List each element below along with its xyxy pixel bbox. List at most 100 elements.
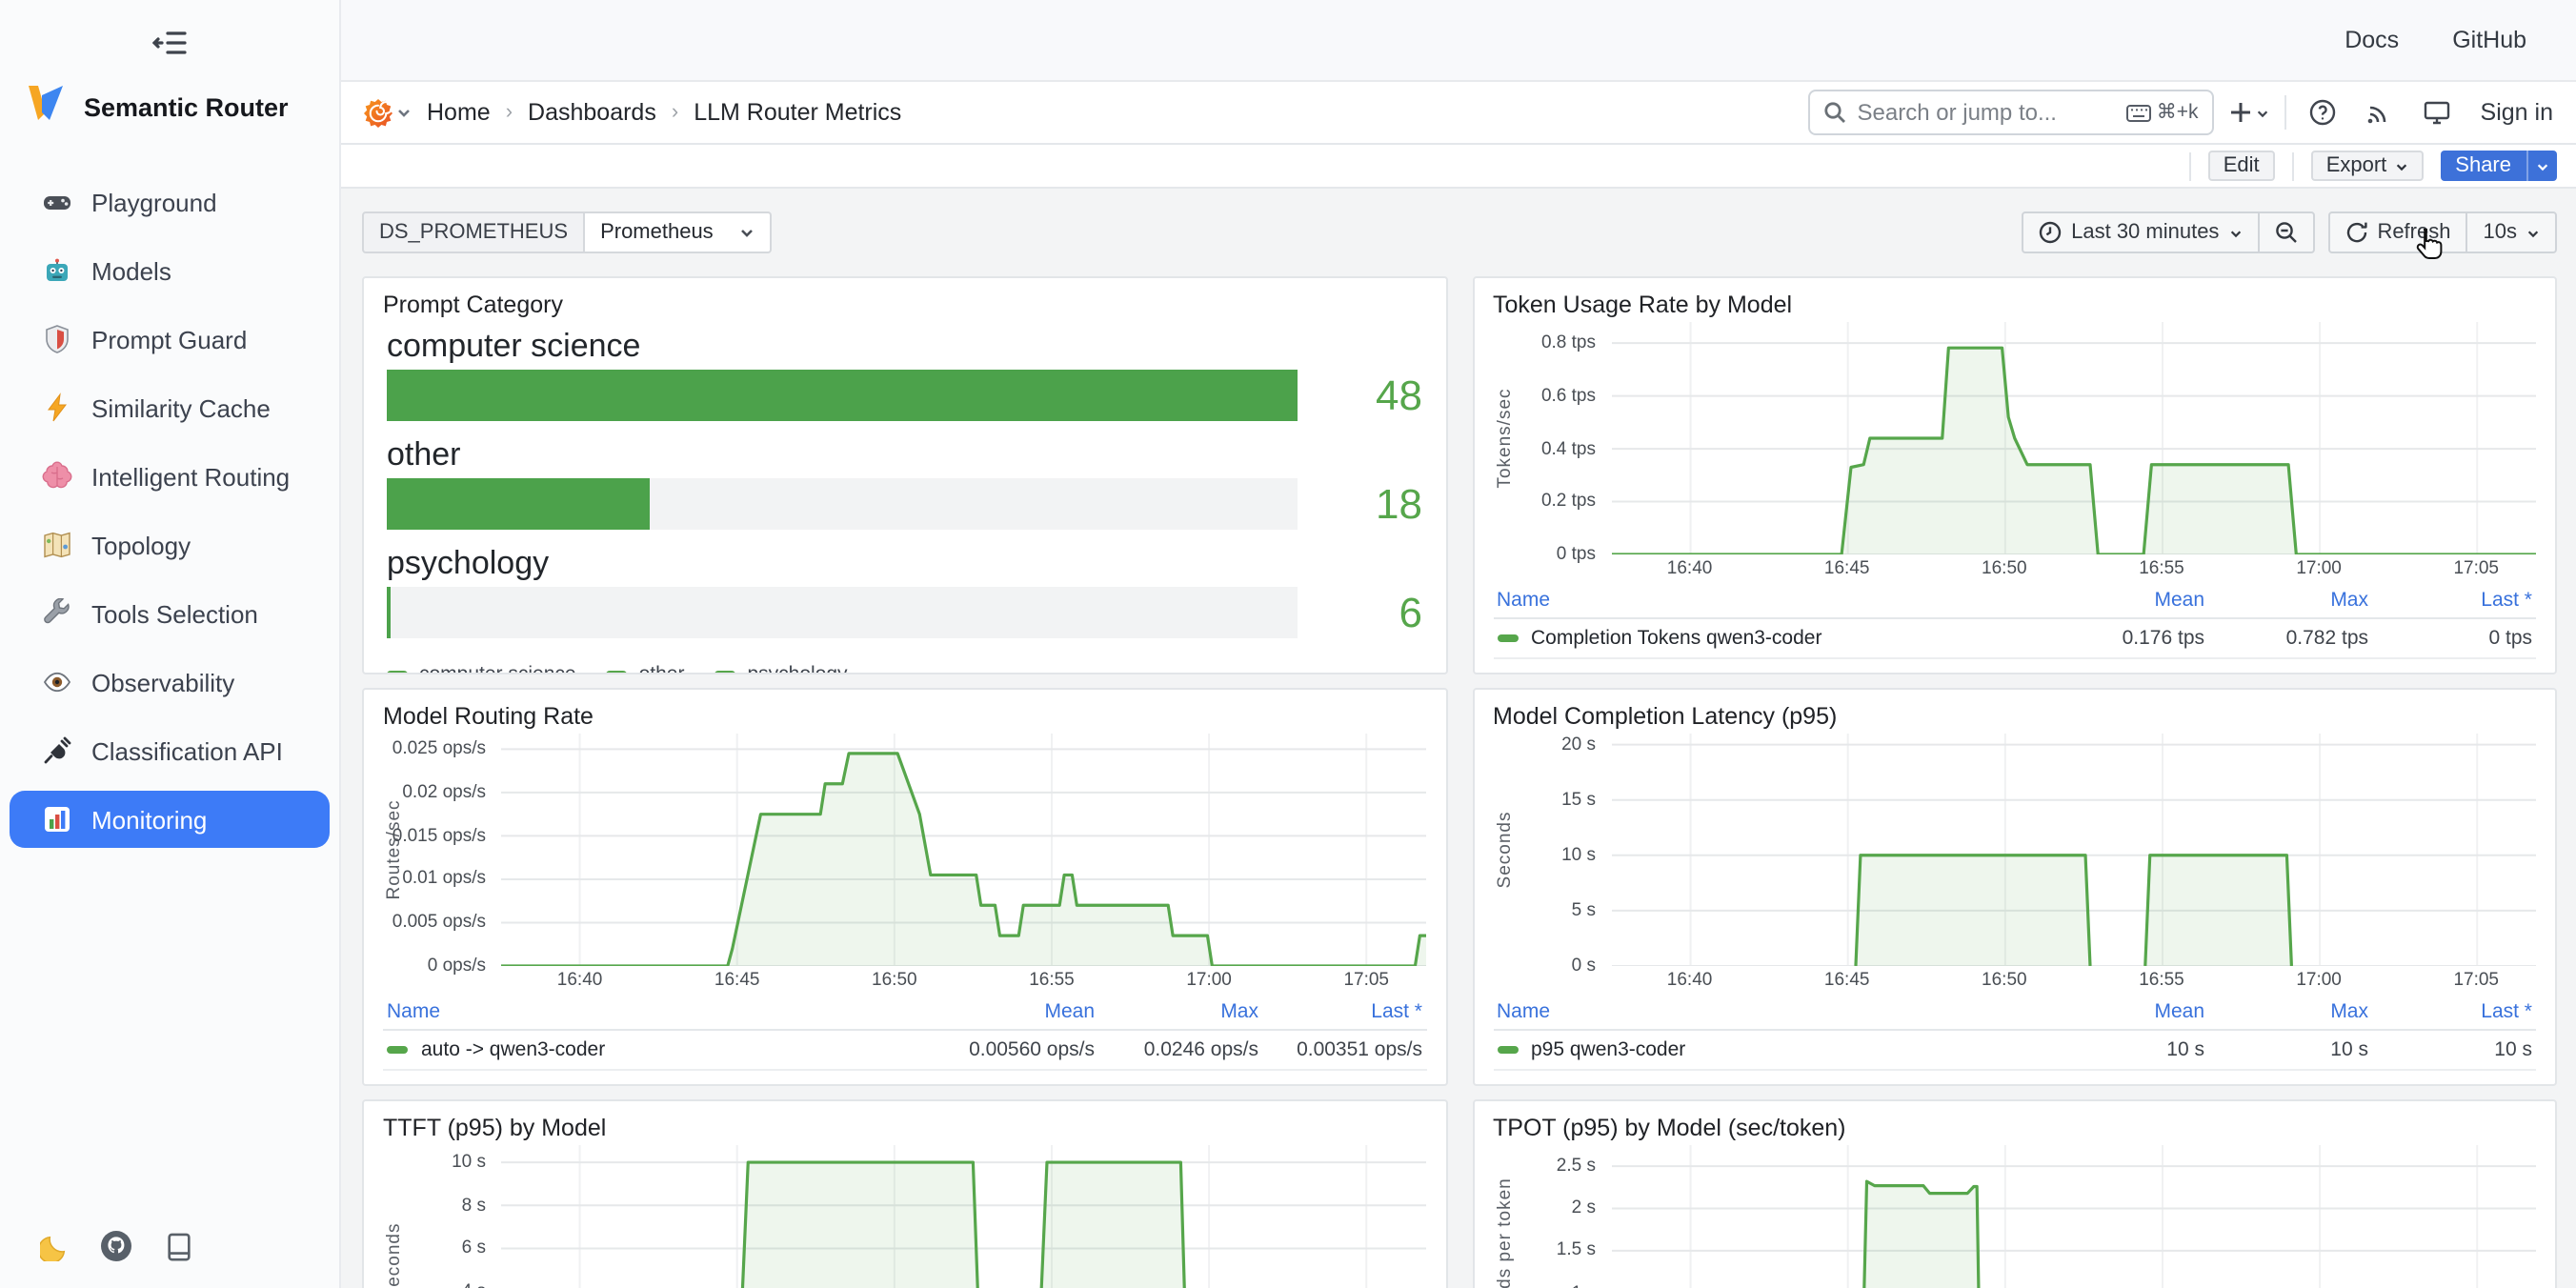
legend-header-col[interactable]: Last * — [2368, 1000, 2532, 1023]
plot-area[interactable] — [1611, 322, 2536, 554]
y-tick-label: 0.4 tps — [1541, 438, 1596, 459]
sidebar-item-classification-api[interactable]: Classification API — [10, 722, 330, 779]
legend-header-col[interactable]: Max — [2204, 589, 2368, 612]
y-axis-ticks: 0 s5 s10 s15 s20 s — [1516, 734, 1611, 966]
legend-item[interactable]: psychology — [714, 663, 847, 674]
grafana-logo-icon[interactable] — [364, 98, 412, 127]
plot-area[interactable] — [501, 734, 1426, 966]
y-axis-title: Tokens/sec — [1493, 322, 1516, 554]
legend-item[interactable]: other — [607, 663, 685, 674]
github-icon[interactable] — [101, 1231, 131, 1261]
legend-series-name[interactable]: auto -> qwen3-coder — [387, 1038, 931, 1061]
bar-track — [387, 587, 1297, 638]
legend-header-name[interactable]: Name — [1497, 1000, 2041, 1023]
y-axis-ticks: 0.5 s1 s1.5 s2 s2.5 s — [1516, 1145, 1611, 1288]
sidebar-item-topology[interactable]: Topology — [10, 516, 330, 574]
divider — [2284, 95, 2286, 130]
x-axis-ticks: 16:4016:4516:5016:5517:0017:05 — [1611, 966, 2536, 995]
y-tick-label: 10 s — [1561, 845, 1596, 866]
sidebar-item-label: Prompt Guard — [91, 325, 247, 353]
y-axis-title: Seconds — [383, 1145, 406, 1288]
x-tick-label: 16:45 — [1824, 970, 1870, 991]
y-tick-label: 10 s — [452, 1152, 486, 1173]
sidebar-item-intelligent-routing[interactable]: Intelligent Routing — [10, 448, 330, 505]
help-icon[interactable] — [2302, 91, 2344, 133]
legend-header-name[interactable]: Name — [1497, 589, 2041, 612]
panel-title[interactable]: Token Usage Rate by Model — [1493, 292, 2536, 318]
panel-title[interactable]: TPOT (p95) by Model (sec/token) — [1493, 1115, 2536, 1141]
docs-link[interactable]: Docs — [2345, 27, 2399, 53]
edit-button[interactable]: Edit — [2208, 151, 2275, 181]
github-link[interactable]: GitHub — [2452, 27, 2526, 53]
share-menu-button[interactable] — [2526, 151, 2557, 181]
legend-header-col[interactable]: Last * — [1258, 1000, 1422, 1023]
y-tick-label: 0.02 ops/s — [402, 782, 486, 803]
bar-value: 6 — [1331, 587, 1422, 638]
sidebar-item-tools-selection[interactable]: Tools Selection — [10, 585, 330, 642]
panel-grid: Prompt Category computer science48other1… — [362, 276, 2557, 1288]
add-button[interactable] — [2229, 91, 2269, 133]
datasource-variable: DS_PROMETHEUS Prometheus — [362, 211, 773, 253]
book-icon[interactable] — [164, 1231, 194, 1261]
legend-header-col[interactable]: Mean — [2041, 1000, 2204, 1023]
legend-header-col[interactable]: Mean — [2041, 589, 2204, 612]
zoom-out-button[interactable] — [2257, 213, 2312, 252]
refresh-interval-select[interactable]: 10s — [2466, 213, 2556, 252]
token-usage-chart: Tokens/sec0 tps0.2 tps0.4 tps0.6 tps0.8 … — [1493, 322, 2536, 661]
legend-series-name[interactable]: Completion Tokens qwen3-coder — [1497, 627, 2041, 650]
legend-label: other — [639, 663, 685, 674]
monitor-icon[interactable] — [2416, 91, 2458, 133]
y-tick-label: 2 s — [1572, 1198, 1596, 1219]
sidebar-item-label: Tools Selection — [91, 599, 258, 628]
y-tick-label: 0 s — [1572, 956, 1596, 976]
sidebar-item-models[interactable]: Models — [10, 242, 330, 299]
search-input[interactable]: Search or jump to... ⌘+k — [1808, 90, 2214, 135]
sign-in-button[interactable]: Sign in — [2481, 99, 2553, 126]
moon-icon[interactable] — [38, 1231, 69, 1261]
export-button[interactable]: Export — [2311, 151, 2424, 181]
legend-item[interactable]: computer science — [387, 663, 576, 674]
dashboard-controls: DS_PROMETHEUS Prometheus Last 30 minutes — [362, 211, 2557, 253]
news-icon[interactable] — [2359, 91, 2401, 133]
sidebar-collapse-icon[interactable] — [149, 27, 191, 57]
sidebar-item-monitoring[interactable]: Monitoring — [10, 791, 330, 848]
bar-fill — [387, 370, 1297, 421]
share-button[interactable]: Share — [2440, 151, 2557, 181]
refresh-button[interactable]: Refresh — [2329, 213, 2465, 252]
legend-last-value: 0 tps — [2368, 627, 2532, 650]
legend-table-header: NameMeanMaxLast * — [1493, 998, 2536, 1031]
bar-gauge-row: psychology6 — [387, 543, 1422, 638]
robot-icon — [42, 255, 72, 286]
x-tick-label: 16:55 — [1029, 970, 1075, 991]
panel-title[interactable]: TTFT (p95) by Model — [383, 1115, 1426, 1141]
y-tick-label: 0.005 ops/s — [392, 912, 486, 933]
bar-category-label: computer science — [387, 326, 1422, 366]
time-range-picker[interactable]: Last 30 minutes — [2023, 213, 2257, 252]
plot-area[interactable] — [1611, 734, 2536, 966]
panel-title[interactable]: Model Routing Rate — [383, 703, 1426, 730]
sidebar-item-prompt-guard[interactable]: Prompt Guard — [10, 311, 330, 368]
legend-series-name[interactable]: p95 qwen3-coder — [1497, 1038, 2041, 1061]
x-tick-label: 16:50 — [872, 970, 917, 991]
breadcrumb-home[interactable]: Home — [427, 99, 491, 126]
plot-area[interactable] — [1611, 1145, 2536, 1288]
x-tick-label: 17:05 — [1343, 970, 1389, 991]
breadcrumb-dashboards[interactable]: Dashboards — [528, 99, 656, 126]
search-shortcut: ⌘+k — [2126, 101, 2199, 124]
plot-area[interactable] — [501, 1145, 1426, 1288]
legend-table-row: p95 qwen3-coder10 s10 s10 s — [1493, 1031, 2536, 1071]
datasource-select[interactable]: Prometheus — [585, 211, 773, 253]
panel-title[interactable]: Prompt Category — [383, 292, 1426, 318]
sidebar-item-playground[interactable]: Playground — [10, 173, 330, 231]
legend-header-col[interactable]: Last * — [2368, 589, 2532, 612]
legend-table: NameMeanMaxLast *auto -> qwen3-coder0.00… — [383, 998, 1426, 1073]
sidebar-item-observability[interactable]: Observability — [10, 654, 330, 711]
sidebar-item-similarity-cache[interactable]: Similarity Cache — [10, 379, 330, 436]
legend-header-col[interactable]: Mean — [931, 1000, 1095, 1023]
legend-header-name[interactable]: Name — [387, 1000, 931, 1023]
legend-header-col[interactable]: Max — [2204, 1000, 2368, 1023]
legend-header-col[interactable]: Max — [1095, 1000, 1258, 1023]
panel-title[interactable]: Model Completion Latency (p95) — [1493, 703, 2536, 730]
legend-series-label: Completion Tokens qwen3-coder — [1531, 627, 1821, 650]
brand[interactable]: Semantic Router — [0, 69, 339, 158]
